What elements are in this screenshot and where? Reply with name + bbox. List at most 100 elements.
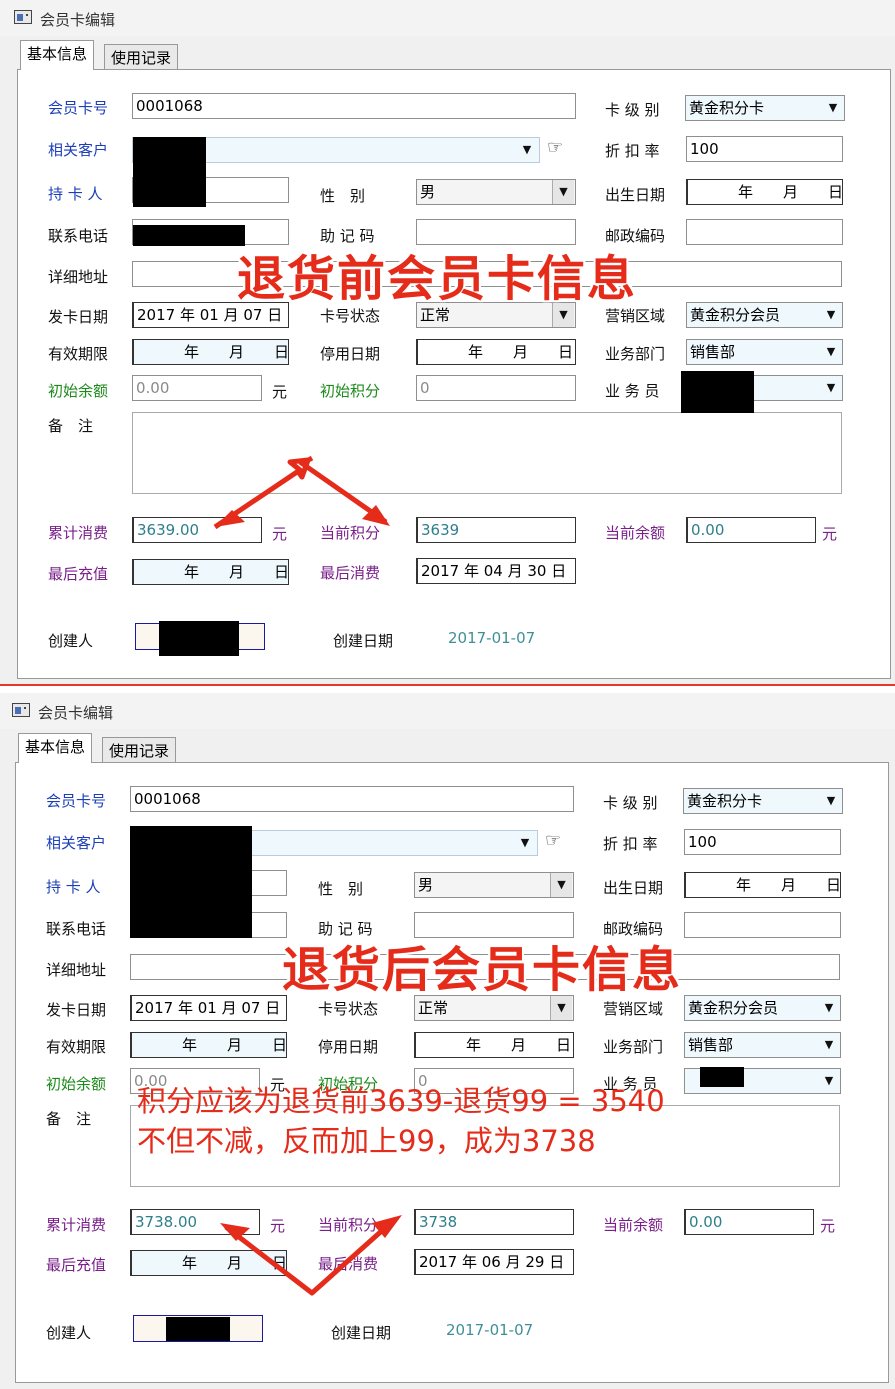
chevron-down-icon[interactable]: ▼ <box>820 339 842 365</box>
card-status-value: 正常 <box>420 306 451 324</box>
label-holder: 持 卡 人 <box>46 878 101 896</box>
issue-date-input[interactable]: 2017 年 01 月 07 日 <box>130 995 287 1021</box>
pointing-hand-icon[interactable]: ☞ <box>547 137 563 158</box>
last-recharge-input[interactable]: 年 月 日 <box>132 559 289 585</box>
label-cur-balance: 当前余额 <box>603 1216 664 1234</box>
label-phone: 联系电话 <box>48 227 109 245</box>
zip-input[interactable] <box>684 912 841 938</box>
label-mnemonic: 助 记 码 <box>318 920 373 938</box>
redaction-block <box>133 137 206 207</box>
label-init-points: 初始积分 <box>320 382 381 400</box>
label-yuan: 元 <box>272 383 288 401</box>
mnemonic-input[interactable] <box>416 219 576 245</box>
card-level-value: 黄金积分卡 <box>689 99 765 117</box>
chevron-down-icon[interactable]: ▼ <box>552 180 574 204</box>
gender-value: 男 <box>420 183 436 201</box>
card-level-select[interactable]: 黄金积分卡 <box>685 95 845 121</box>
window-title: 会员卡编辑 <box>40 11 116 29</box>
chevron-down-icon[interactable]: ▼ <box>550 873 572 897</box>
tab-basic-info[interactable]: 基本信息 <box>20 40 95 70</box>
zip-input[interactable] <box>686 219 843 245</box>
create-date-value: 2017-01-07 <box>446 1321 534 1339</box>
tab-usage-records[interactable]: 使用记录 <box>104 44 179 71</box>
total-spent-input[interactable]: 3639.00 <box>132 517 262 543</box>
label-zip: 邮政编码 <box>605 227 666 245</box>
discount-input[interactable]: 100 <box>686 136 843 162</box>
valid-until-input[interactable]: 年 月 日 <box>130 1032 287 1058</box>
card-level-value: 黄金积分卡 <box>687 792 763 810</box>
remark-textarea[interactable] <box>132 412 842 494</box>
tab-basic-info[interactable]: 基本信息 <box>18 733 93 763</box>
cur-balance-input[interactable]: 0.00 <box>684 1209 814 1235</box>
chevron-down-icon[interactable]: ▼ <box>818 1032 840 1058</box>
label-region: 营销区域 <box>605 307 666 325</box>
cur-points-input[interactable]: 3738 <box>414 1209 574 1235</box>
label-dept: 业务部门 <box>605 345 666 363</box>
stop-date-input[interactable]: 年 月 日 <box>416 339 576 365</box>
label-total-spent: 累计消费 <box>46 1216 107 1234</box>
dept-value: 销售部 <box>688 1036 734 1054</box>
chevron-down-icon[interactable]: ▼ <box>818 1068 840 1094</box>
window-before: 会员卡编辑 基本信息 使用记录 会员卡号 0001068 卡 级 别 黄金积分卡… <box>0 0 895 684</box>
last-spent-input[interactable]: 2017 年 06 月 29 日 <box>414 1249 574 1275</box>
mnemonic-input[interactable] <box>414 912 574 938</box>
chevron-down-icon[interactable]: ▼ <box>822 95 844 121</box>
init-points-input[interactable]: 0 <box>416 375 576 401</box>
label-init-balance: 初始余额 <box>46 1075 107 1093</box>
label-card-level: 卡 级 别 <box>603 794 658 812</box>
label-address: 详细地址 <box>46 961 107 979</box>
label-discount: 折 扣 率 <box>605 142 660 160</box>
last-recharge-input[interactable]: 年 月 日 <box>130 1250 287 1276</box>
annotation-after-title: 退货后会员卡信息 <box>282 942 683 998</box>
label-gender: 性 别 <box>318 880 364 898</box>
label-issue-date: 发卡日期 <box>48 308 109 326</box>
discount-input[interactable]: 100 <box>684 829 841 855</box>
cur-balance-input[interactable]: 0.00 <box>686 517 816 543</box>
label-remark: 备 注 <box>48 417 94 435</box>
last-spent-input[interactable]: 2017 年 04 月 30 日 <box>416 558 576 584</box>
chevron-down-icon[interactable]: ▼ <box>818 995 840 1021</box>
label-card-status: 卡号状态 <box>320 307 381 325</box>
region-value: 黄金积分会员 <box>688 999 779 1017</box>
title-bar: 会员卡编辑 <box>0 0 895 36</box>
card-level-select[interactable]: 黄金积分卡 <box>683 788 843 814</box>
dept-value: 销售部 <box>690 343 736 361</box>
label-zip: 邮政编码 <box>603 920 664 938</box>
chevron-down-icon[interactable]: ▼ <box>820 375 842 401</box>
label-init-balance: 初始余额 <box>48 382 109 400</box>
birth-date-input[interactable]: 年 月 日 <box>684 872 841 898</box>
label-stop-date: 停用日期 <box>320 345 381 363</box>
label-card-no: 会员卡号 <box>46 792 107 810</box>
valid-until-input[interactable]: 年 月 日 <box>132 339 289 365</box>
redaction-block <box>130 826 252 938</box>
label-last-recharge: 最后充值 <box>48 565 109 583</box>
stop-date-input[interactable]: 年 月 日 <box>414 1032 574 1058</box>
label-birth: 出生日期 <box>605 186 666 204</box>
chevron-down-icon[interactable]: ▼ <box>820 302 842 328</box>
birth-date-input[interactable]: 年 月 日 <box>686 179 843 205</box>
label-cur-points: 当前积分 <box>320 524 381 542</box>
label-dept: 业务部门 <box>603 1038 664 1056</box>
cur-points-input[interactable]: 3639 <box>416 517 576 543</box>
label-customer: 相关客户 <box>48 141 109 159</box>
label-creator: 创建人 <box>48 632 94 650</box>
init-balance-input[interactable]: 0.00 <box>132 375 262 401</box>
card-no-input[interactable]: 0001068 <box>130 786 574 812</box>
label-card-status: 卡号状态 <box>318 1000 379 1018</box>
chevron-down-icon[interactable]: ▼ <box>516 137 538 163</box>
label-customer: 相关客户 <box>46 834 107 852</box>
redaction-block <box>159 621 239 656</box>
chevron-down-icon[interactable]: ▼ <box>550 996 572 1020</box>
chevron-down-icon[interactable]: ▼ <box>514 830 536 856</box>
card-no-input[interactable]: 0001068 <box>132 93 576 119</box>
total-spent-input[interactable]: 3738.00 <box>130 1209 260 1235</box>
label-yuan: 元 <box>272 525 288 543</box>
title-bar: 会员卡编辑 <box>0 693 895 729</box>
chevron-down-icon[interactable]: ▼ <box>820 788 842 814</box>
label-holder: 持 卡 人 <box>48 185 103 203</box>
label-yuan: 元 <box>820 1217 836 1235</box>
label-stop-date: 停用日期 <box>318 1038 379 1056</box>
pointing-hand-icon[interactable]: ☞ <box>545 830 561 851</box>
region-value: 黄金积分会员 <box>690 306 781 324</box>
tab-usage-records[interactable]: 使用记录 <box>102 737 177 764</box>
